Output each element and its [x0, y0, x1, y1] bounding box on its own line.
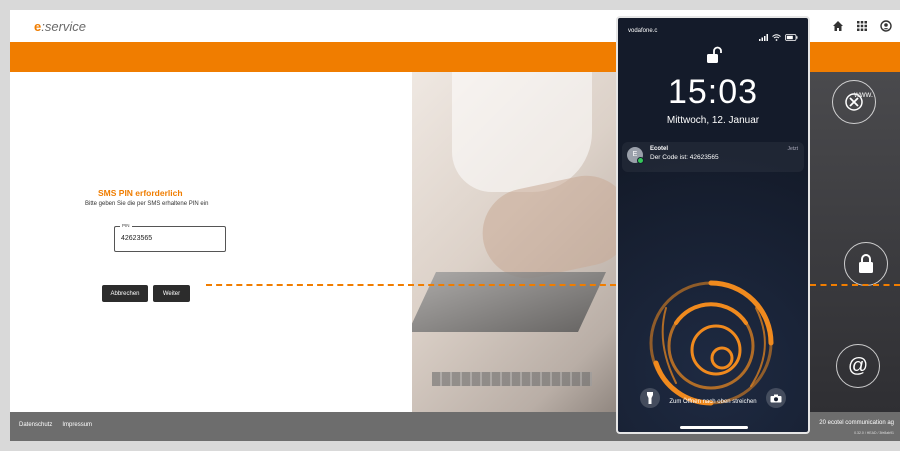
header-icons [832, 19, 892, 32]
lockscreen-date: Mittwoch, 12. Januar [666, 115, 760, 126]
cancel-button[interactable]: Abbrechen [102, 285, 148, 302]
dashed-connector-right [810, 284, 900, 286]
www-text: www. [854, 90, 874, 99]
notification-message: Der Code ist: 42623565 [650, 154, 719, 161]
carrier-name: vodafone.c [628, 28, 658, 34]
footer-link-imprint[interactable]: Impressum [62, 422, 92, 428]
messages-badge-icon [637, 157, 644, 164]
at-sign-icon: @ [836, 344, 880, 388]
status-icons [759, 28, 798, 46]
next-button[interactable]: Weiter [153, 285, 190, 302]
sms-notification[interactable]: E Ecotel Der Code ist: 42623565 Jetzt [622, 142, 804, 172]
pin-title: SMS PIN erforderlich [98, 188, 183, 198]
padlock-icon [844, 242, 888, 286]
pin-form-panel: SMS PIN erforderlich Bitte geben Sie die… [10, 72, 412, 412]
dashed-connector-left [206, 284, 616, 286]
notification-sender: Ecotel [650, 146, 669, 152]
copyright: 20 ecotel communication ag [819, 420, 894, 426]
swipe-hint: Zum Öffnen nach oben streichen [669, 399, 757, 405]
account-icon[interactable] [880, 19, 892, 32]
signal-icon [759, 28, 768, 46]
phone-lockscreen: vodafone.c 15:03 Mittwoch, 12. Januar E … [616, 16, 810, 434]
photo-keyboard [432, 372, 592, 386]
home-indicator[interactable] [680, 426, 748, 429]
at-symbol: @ [847, 354, 869, 377]
photo-laptop [412, 272, 606, 332]
pin-field[interactable]: PIN [114, 223, 226, 252]
wifi-icon [772, 28, 781, 46]
footer-links: Datenschutz Impressum [19, 422, 92, 428]
pin-subtitle: Bitte geben Sie die per SMS erhaltene PI… [85, 201, 209, 207]
pin-field-label: PIN [120, 223, 132, 228]
footer-link-privacy[interactable]: Datenschutz [19, 422, 52, 428]
home-icon[interactable] [832, 19, 844, 31]
apps-grid-icon[interactable] [856, 19, 868, 31]
version-text: 0.32.0 / HEAD / 3fe8ab91 [854, 431, 894, 435]
pin-input[interactable] [121, 235, 221, 242]
eservice-logo[interactable]: e:service [34, 19, 86, 34]
unlocked-padlock-icon [706, 46, 722, 69]
lockscreen-time: 15:03 [667, 73, 759, 111]
close-circle-icon [832, 80, 876, 124]
notification-time: Jetzt [787, 146, 798, 152]
photo-shirt [452, 72, 592, 192]
logo-text: :service [41, 19, 87, 34]
battery-icon [785, 28, 798, 46]
